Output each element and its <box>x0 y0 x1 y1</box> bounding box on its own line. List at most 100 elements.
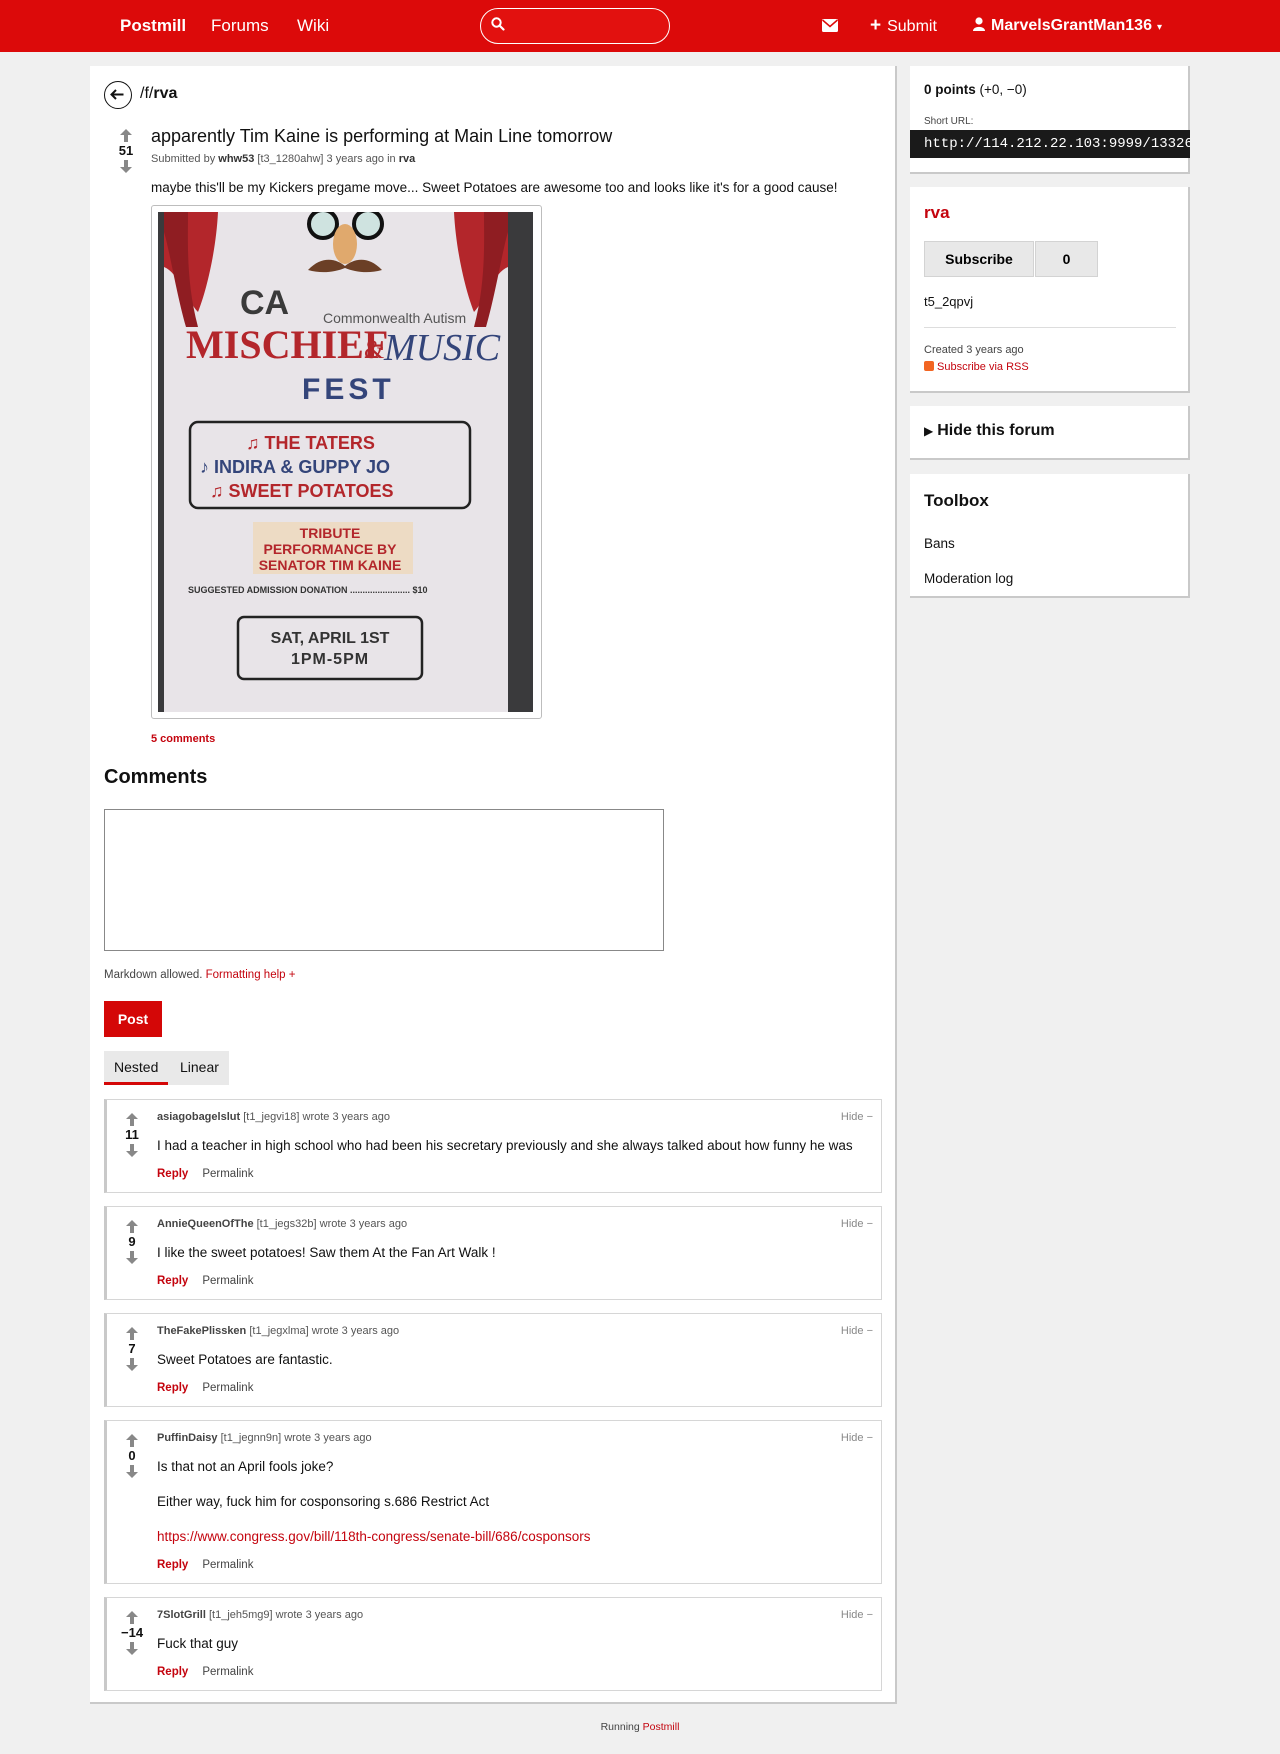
upvote-icon[interactable] <box>126 1611 138 1624</box>
comment-meta: 7SlotGrill [t1_jeh5mg9] wrote 3 years ag… <box>157 1609 363 1621</box>
footer-postmill-link[interactable]: Postmill <box>643 1721 680 1733</box>
comment-text: I had a teacher in high school who had b… <box>157 1138 853 1153</box>
downvote-icon[interactable] <box>126 1358 138 1371</box>
post-title[interactable]: apparently Tim Kaine is performing at Ma… <box>151 126 612 147</box>
upvote-icon[interactable] <box>126 1327 138 1340</box>
permalink-link[interactable]: Permalink <box>202 1168 253 1180</box>
user-icon <box>973 1 985 53</box>
sidebar-forum-name[interactable]: rva <box>924 203 950 223</box>
comment: 7 TheFakePlissken [t1_jegxlma] wrote 3 y… <box>104 1313 882 1407</box>
comment-vote: 11 <box>121 1113 143 1157</box>
comment-score: 0 <box>128 1448 136 1463</box>
poster-act-2: ♪ INDIRA & GUPPY JO <box>200 457 390 477</box>
permalink-link[interactable]: Permalink <box>202 1666 253 1678</box>
username-label: MarvelsGrantMan136 <box>991 17 1152 34</box>
hide-forum-toggle[interactable]: ▶ Hide this forum <box>924 422 1055 440</box>
post-forum-link[interactable]: rva <box>399 153 416 165</box>
comment-vote: 9 <box>121 1220 143 1264</box>
comment-author[interactable]: 7SlotGrill <box>157 1609 206 1621</box>
permalink-link[interactable]: Permalink <box>202 1559 253 1571</box>
upvote-icon[interactable] <box>120 129 132 142</box>
forum-id: t5_2qpvj <box>924 294 974 309</box>
post-author[interactable]: whw53 <box>218 153 254 165</box>
comment-textarea[interactable] <box>104 809 664 951</box>
comment-author[interactable]: asiagobagelslut <box>157 1111 240 1123</box>
permalink-link[interactable]: Permalink <box>202 1382 253 1394</box>
reply-link[interactable]: Reply <box>157 1559 188 1571</box>
downvote-icon[interactable] <box>126 1465 138 1478</box>
submit-link[interactable]: + Submit <box>870 0 937 52</box>
plus-icon: + <box>870 15 882 36</box>
downvote-icon[interactable] <box>120 160 132 173</box>
toolbox-title: Toolbox <box>924 491 989 510</box>
nav-forums-link[interactable]: Forums <box>211 0 269 52</box>
comment-author[interactable]: TheFakePlissken <box>157 1325 246 1337</box>
submitted-by-label: Submitted by <box>151 153 216 165</box>
forum-prefix: /f/ <box>140 85 154 102</box>
search-input[interactable] <box>511 13 661 39</box>
forum-card: rva Subscribe 0 t5_2qpvj Created 3 years… <box>910 187 1190 393</box>
rss-icon <box>924 361 934 371</box>
comment-hide-toggle[interactable]: Hide − <box>841 1325 873 1337</box>
toolbox-bans-link[interactable]: Bans <box>924 536 955 551</box>
formatting-help-link[interactable]: Formatting help + <box>206 969 296 981</box>
post-time: 3 years ago in <box>326 153 396 165</box>
reply-link[interactable]: Reply <box>157 1382 188 1394</box>
forum-link[interactable]: rva <box>153 85 177 102</box>
upvote-icon[interactable] <box>126 1220 138 1233</box>
nav-wiki-link[interactable]: Wiki <box>297 0 329 52</box>
footer-running-label: Running <box>600 1721 640 1733</box>
toolbox-card: Toolbox Bans Moderation log <box>910 474 1190 598</box>
upvote-icon[interactable] <box>126 1434 138 1447</box>
downvote-icon[interactable] <box>126 1251 138 1264</box>
brand-link[interactable]: Postmill <box>120 0 186 52</box>
tab-nested[interactable]: Nested <box>104 1051 169 1085</box>
rss-link[interactable]: Subscribe via RSS <box>924 361 1029 373</box>
permalink-link[interactable]: Permalink <box>202 1275 253 1287</box>
post-comment-button[interactable]: Post <box>104 1001 162 1037</box>
comment-author[interactable]: AnnieQueenOfThe <box>157 1218 254 1230</box>
comment-hide-toggle[interactable]: Hide − <box>841 1609 873 1621</box>
downvote-icon[interactable] <box>126 1642 138 1655</box>
comment: 11 asiagobagelslut [t1_jegvi18] wrote 3 … <box>104 1099 882 1193</box>
comment-score: 11 <box>125 1127 139 1142</box>
arrow-left-icon <box>110 89 124 100</box>
comment-hide-toggle[interactable]: Hide − <box>841 1218 873 1230</box>
comment-meta: asiagobagelslut [t1_jegvi18] wrote 3 yea… <box>157 1111 390 1123</box>
comment-hide-toggle[interactable]: Hide − <box>841 1111 873 1123</box>
back-button[interactable] <box>104 81 132 109</box>
submit-label: Submit <box>887 18 937 35</box>
comments-count-link[interactable]: 5 comments <box>151 733 215 745</box>
poster-admission: SUGGESTED ADMISSION DONATION ...........… <box>188 585 428 595</box>
reply-link[interactable]: Reply <box>157 1168 188 1180</box>
comment-id: [t1_jegxlma] <box>249 1325 309 1337</box>
comment-author[interactable]: PuffinDaisy <box>157 1432 218 1444</box>
short-url-field[interactable]: http://114.212.22.103:9999/13326 <box>910 130 1190 158</box>
downvote-icon[interactable] <box>126 1144 138 1157</box>
points-summary: 0 points (+0, −0) <box>924 82 1027 97</box>
comment-hide-toggle[interactable]: Hide − <box>841 1432 873 1444</box>
comment-text: Fuck that guy <box>157 1636 239 1651</box>
markdown-allowed-label: Markdown allowed. <box>104 969 203 981</box>
comment-link[interactable]: https://www.congress.gov/bill/118th-cong… <box>157 1528 590 1546</box>
upvote-icon[interactable] <box>126 1113 138 1126</box>
user-menu[interactable]: MarvelsGrantMan136 ▾ <box>973 0 1162 52</box>
poster-tribute-2: PERFORMANCE BY <box>263 541 397 557</box>
post-vote: 51 <box>115 129 137 173</box>
search-icon <box>491 17 505 36</box>
toolbox-moderation-log-link[interactable]: Moderation log <box>924 571 1013 586</box>
comment-vote: 0 <box>121 1434 143 1478</box>
markdown-hint: Markdown allowed. Formatting help + <box>104 969 295 981</box>
post-image-frame[interactable]: CA Commonwealth Autism MISCHIEF & MUSIC … <box>151 205 542 719</box>
main-panel: /f/rva 51 apparently Tim Kaine is perfor… <box>90 66 897 1704</box>
poster-title-amp: & <box>364 335 384 364</box>
reply-link[interactable]: Reply <box>157 1275 188 1287</box>
subscribe-button[interactable]: Subscribe <box>924 241 1034 277</box>
envelope-icon[interactable] <box>821 19 839 37</box>
reply-link[interactable]: Reply <box>157 1666 188 1678</box>
tab-linear[interactable]: Linear <box>170 1051 229 1085</box>
search-box[interactable] <box>480 8 670 44</box>
post-meta: Submitted by whw53 [t3_1280ahw] 3 years … <box>151 153 415 165</box>
comment-score: −14 <box>121 1625 144 1640</box>
hide-forum-card[interactable]: ▶ Hide this forum <box>910 406 1190 460</box>
